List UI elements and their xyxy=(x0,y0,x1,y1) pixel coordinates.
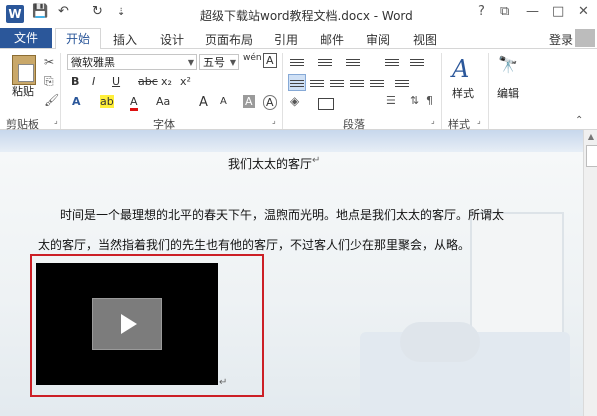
paragraph-line-2[interactable]: 太的客厅，当然指着我们的先生也有他的客厅，不过客人们少在那里聚会，从略。 xyxy=(38,236,470,253)
chevron-down-icon: ▼ xyxy=(229,58,236,67)
grow-font-button[interactable]: A xyxy=(199,95,208,110)
background-pillow xyxy=(400,322,480,362)
font-launcher-icon[interactable]: ⌟ xyxy=(272,116,276,125)
styles-icon[interactable]: A xyxy=(452,55,469,83)
tab-file[interactable]: 文件 xyxy=(0,28,52,48)
multilevel-list-icon[interactable] xyxy=(346,57,360,67)
page-top-gradient xyxy=(0,130,583,152)
clipboard-launcher-icon[interactable]: ⌟ xyxy=(54,116,58,125)
styles-button-label[interactable]: 样式 xyxy=(452,85,474,101)
close-icon[interactable]: ✕ xyxy=(578,4,589,19)
superscript-button[interactable]: x² xyxy=(180,75,191,88)
font-name-combo[interactable]: 微软雅黑 ▼ xyxy=(67,54,197,70)
undo-icon[interactable]: ↶ xyxy=(58,4,69,19)
increase-indent-icon[interactable] xyxy=(410,57,424,67)
strikethrough-button[interactable]: abc xyxy=(138,75,158,88)
shrink-font-button[interactable]: A xyxy=(220,96,227,107)
align-center-icon[interactable] xyxy=(310,78,324,88)
phonetic-guide-button[interactable]: wén xyxy=(243,53,262,63)
group-divider xyxy=(282,53,283,129)
paste-button-label[interactable]: 粘贴 xyxy=(12,83,34,99)
tab-home[interactable]: 开始 xyxy=(55,28,101,50)
enclose-char-button[interactable]: A xyxy=(263,53,277,68)
chevron-down-icon: ▼ xyxy=(187,58,194,67)
help-icon[interactable]: ? xyxy=(478,4,485,19)
window-title: 超级下载站word教程文档.docx - Word xyxy=(200,9,413,23)
avatar[interactable] xyxy=(575,29,595,47)
maximize-icon[interactable]: □ xyxy=(552,4,564,19)
tab-design[interactable]: 设计 xyxy=(160,31,184,48)
paragraph-launcher-icon[interactable]: ⌟ xyxy=(431,116,435,125)
background-window xyxy=(470,212,564,336)
font-color-button[interactable]: A xyxy=(130,95,138,111)
clear-format-button[interactable]: A xyxy=(263,95,277,110)
ribbon-display-icon[interactable]: ⧉ xyxy=(500,4,509,19)
editing-button-label[interactable]: 编辑 xyxy=(497,85,519,101)
sign-in-link[interactable]: 登录 xyxy=(549,31,573,48)
sort-icon[interactable]: ⇅ xyxy=(410,94,419,107)
cut-icon[interactable]: ✂ xyxy=(44,55,54,69)
highlight-button[interactable]: ab xyxy=(100,95,114,108)
group-divider xyxy=(488,53,489,129)
char-shading-button[interactable]: A xyxy=(243,95,255,108)
title-bar: W 💾 ↶ ↻ ⇣ 超级下载站word教程文档.docx - Word ? ⧉ … xyxy=(0,0,597,28)
embedded-video[interactable] xyxy=(36,263,218,385)
paragraph-mark: ↵ xyxy=(219,377,228,388)
align-left-icon[interactable] xyxy=(290,78,304,88)
tab-view[interactable]: 视图 xyxy=(413,31,437,48)
collapse-ribbon-icon[interactable]: ⌃ xyxy=(575,115,583,126)
save-icon[interactable]: 💾 xyxy=(32,4,48,19)
copy-icon[interactable]: ⎘ xyxy=(44,74,54,89)
tab-layout[interactable]: 页面布局 xyxy=(205,31,253,48)
show-marks-icon[interactable]: ¶ xyxy=(426,94,433,107)
group-divider xyxy=(60,53,61,129)
document-heading[interactable]: 我们太太的客厅 ↵ xyxy=(228,155,320,172)
play-button[interactable] xyxy=(92,298,162,350)
binoculars-icon[interactable]: 🔭 xyxy=(498,55,518,74)
ribbon-tabs: 文件 开始 插入 设计 页面布局 引用 邮件 审阅 视图 登录 xyxy=(0,28,597,50)
format-painter-icon[interactable]: 🖌 xyxy=(44,93,59,107)
underline-button[interactable]: U xyxy=(112,75,120,88)
scroll-up-icon[interactable]: ▲ xyxy=(585,132,597,142)
paragraph-line-1[interactable]: 时间是一个最理想的北平的春天下午，温煦而光明。地点是我们太太的客厅。所谓太 xyxy=(60,206,504,223)
paste-icon[interactable] xyxy=(12,55,36,85)
styles-launcher-icon[interactable]: ⌟ xyxy=(477,116,481,125)
customize-qat-icon[interactable]: ⇣ xyxy=(117,7,125,18)
tab-review[interactable]: 审阅 xyxy=(366,31,390,48)
vertical-scrollbar[interactable]: ▲ xyxy=(583,130,597,416)
justify-icon[interactable] xyxy=(350,78,364,88)
decrease-indent-icon[interactable] xyxy=(385,57,399,67)
bold-button[interactable]: B xyxy=(71,75,79,88)
play-icon xyxy=(121,314,137,334)
font-size-value: 五号 xyxy=(203,56,225,69)
tab-mailings[interactable]: 邮件 xyxy=(320,31,344,48)
tab-references[interactable]: 引用 xyxy=(274,31,298,48)
align-right-icon[interactable] xyxy=(330,78,344,88)
font-size-combo[interactable]: 五号 ▼ xyxy=(199,54,239,70)
borders-icon[interactable] xyxy=(318,98,334,110)
distributed-icon[interactable] xyxy=(370,78,384,88)
change-case-button[interactable]: Aa xyxy=(156,95,170,108)
subscript-button[interactable]: x₂ xyxy=(161,75,172,88)
ribbon-home: 粘贴 ✂ ⎘ 🖌 剪贴板 ⌟ 微软雅黑 ▼ 五号 ▼ wén A B I U abc… xyxy=(0,49,597,131)
asian-layout-icon[interactable]: ☰ xyxy=(386,94,396,107)
redo-icon[interactable]: ↻ xyxy=(92,4,103,19)
line-spacing-icon[interactable] xyxy=(395,78,409,88)
text-effects-button[interactable]: A xyxy=(72,95,81,108)
document-area[interactable]: 我们太太的客厅 ↵ 时间是一个最理想的北平的春天下午，温煦而光明。地点是我们太太的… xyxy=(0,130,583,416)
bullets-icon[interactable] xyxy=(290,57,304,67)
numbering-icon[interactable] xyxy=(318,57,332,67)
group-divider xyxy=(441,53,442,129)
shading-icon[interactable]: ◈ xyxy=(290,94,299,108)
word-app-icon[interactable]: W xyxy=(6,5,24,23)
minimize-icon[interactable]: — xyxy=(526,4,539,19)
scroll-thumb[interactable] xyxy=(586,145,597,167)
italic-button[interactable]: I xyxy=(92,75,95,88)
tab-insert[interactable]: 插入 xyxy=(113,31,137,48)
font-name-value: 微软雅黑 xyxy=(71,56,115,69)
